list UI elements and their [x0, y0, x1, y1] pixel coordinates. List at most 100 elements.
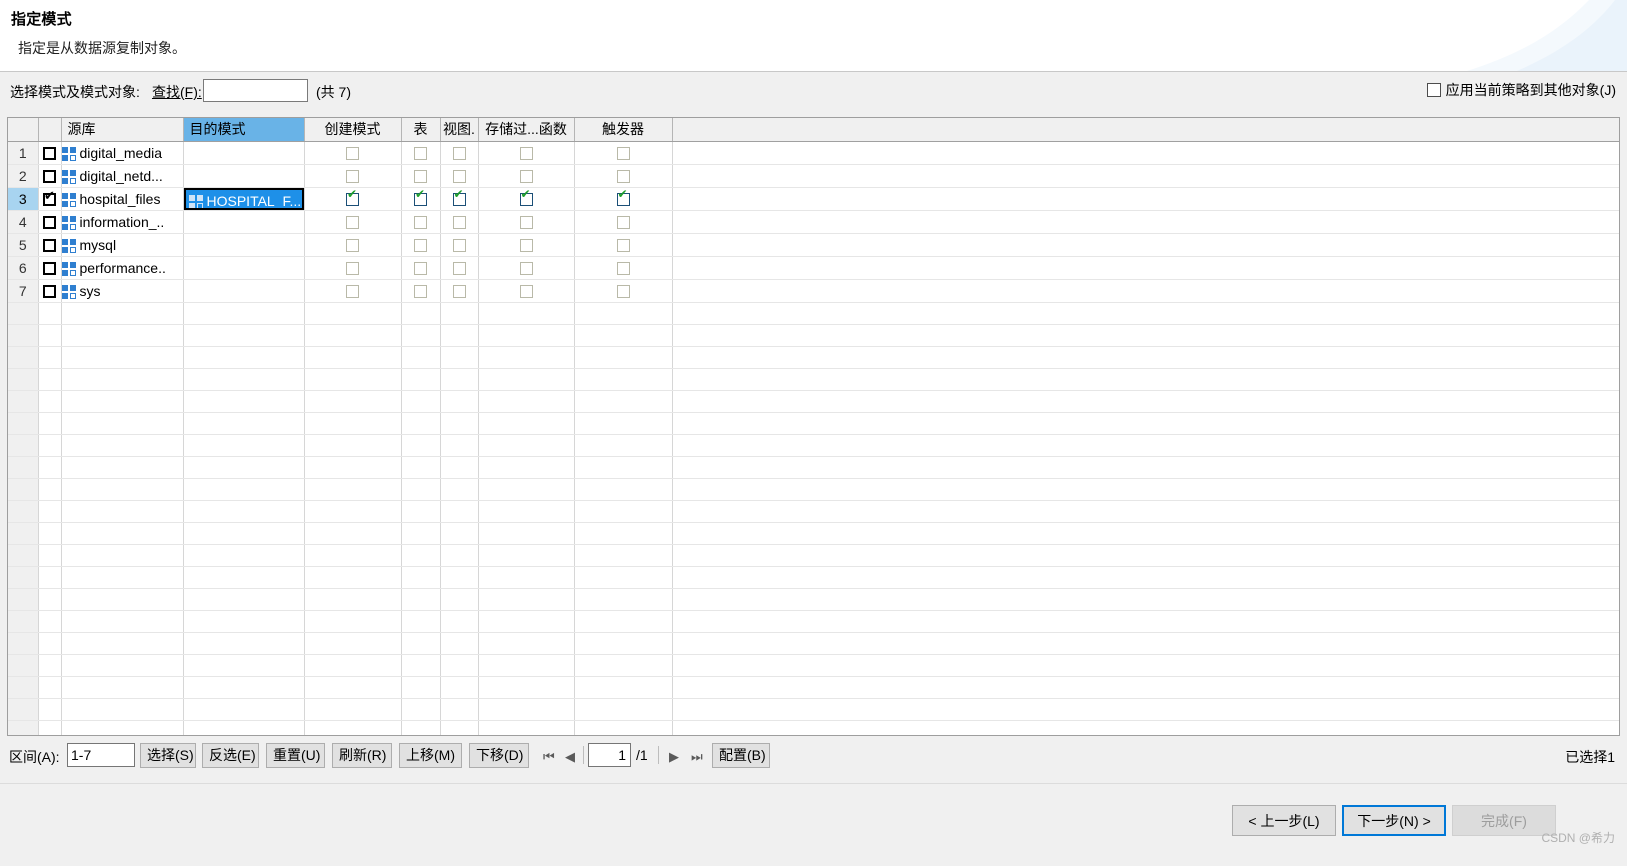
view-cell[interactable]: [440, 141, 479, 165]
create-schema-cell[interactable]: [304, 164, 402, 188]
empty-row[interactable]: [8, 522, 1619, 545]
source-schema-cell[interactable]: [61, 324, 184, 347]
procedure-function-cell[interactable]: [478, 346, 575, 369]
row-select-cell[interactable]: [38, 233, 62, 257]
trigger-cell[interactable]: [574, 676, 673, 699]
source-schema-cell[interactable]: [61, 302, 184, 325]
create-schema-cell[interactable]: [304, 456, 402, 479]
create-schema-cell[interactable]: [304, 346, 402, 369]
procedure-function-checkbox[interactable]: [519, 285, 533, 298]
table-row[interactable]: 5 mysql: [8, 233, 1619, 257]
table-row[interactable]: 4 information_..: [8, 210, 1619, 234]
col-header-trigger[interactable]: 触发器: [574, 118, 673, 142]
target-schema-cell[interactable]: [183, 324, 305, 347]
empty-row[interactable]: [8, 302, 1619, 325]
empty-row[interactable]: [8, 698, 1619, 721]
procedure-function-checkbox[interactable]: [519, 216, 533, 229]
create-schema-checkbox[interactable]: [346, 188, 359, 206]
create-schema-cell[interactable]: [304, 544, 402, 567]
create-schema-checkbox[interactable]: [346, 262, 359, 275]
empty-row[interactable]: [8, 390, 1619, 413]
view-cell[interactable]: [440, 632, 479, 655]
procedure-function-cell[interactable]: [478, 187, 575, 211]
row-select-cell[interactable]: [38, 632, 62, 655]
refresh-button[interactable]: 刷新(R): [332, 743, 392, 768]
empty-row[interactable]: [8, 456, 1619, 479]
target-schema-cell[interactable]: [183, 210, 305, 234]
col-header-table[interactable]: 表: [401, 118, 441, 142]
procedure-function-cell[interactable]: [478, 500, 575, 523]
empty-row[interactable]: [8, 500, 1619, 523]
table-cell[interactable]: [401, 210, 441, 234]
procedure-function-checkbox[interactable]: [519, 239, 533, 252]
table-cell[interactable]: [401, 390, 441, 413]
source-schema-cell[interactable]: [61, 676, 184, 699]
row-number[interactable]: [8, 654, 39, 677]
schema-grid[interactable]: 源库 目的模式 创建模式 表 视图. 存储过...函数 触发器 1 digital…: [7, 117, 1620, 736]
row-select-cell[interactable]: [38, 610, 62, 633]
view-cell[interactable]: [440, 720, 479, 735]
table-cell[interactable]: [401, 478, 441, 501]
table-row[interactable]: 3 hospital_files HOSPITAL_F...: [8, 187, 1619, 211]
source-schema-cell[interactable]: performance..: [61, 256, 184, 280]
row-select-cell[interactable]: [38, 456, 62, 479]
trigger-cell[interactable]: [574, 588, 673, 611]
create-schema-cell[interactable]: [304, 676, 402, 699]
view-cell[interactable]: [440, 478, 479, 501]
row-number[interactable]: [8, 720, 39, 735]
create-schema-cell[interactable]: [304, 588, 402, 611]
trigger-cell[interactable]: [574, 500, 673, 523]
create-schema-cell[interactable]: [304, 522, 402, 545]
target-schema-cell[interactable]: [183, 720, 305, 735]
procedure-function-cell[interactable]: [478, 610, 575, 633]
table-checkbox[interactable]: [414, 262, 427, 275]
view-cell[interactable]: [440, 698, 479, 721]
procedure-function-cell[interactable]: [478, 164, 575, 188]
row-number[interactable]: [8, 346, 39, 369]
procedure-function-checkbox[interactable]: [519, 147, 533, 160]
empty-row[interactable]: [8, 566, 1619, 589]
create-schema-cell[interactable]: [304, 324, 402, 347]
row-number[interactable]: [8, 632, 39, 655]
trigger-cell[interactable]: [574, 302, 673, 325]
row-select-cell[interactable]: [38, 566, 62, 589]
target-schema-cell[interactable]: [183, 566, 305, 589]
create-schema-cell[interactable]: [304, 500, 402, 523]
trigger-cell[interactable]: [574, 720, 673, 735]
trigger-cell[interactable]: [574, 544, 673, 567]
trigger-cell[interactable]: [574, 279, 673, 303]
view-checkbox[interactable]: [452, 188, 466, 206]
row-select-cell[interactable]: [38, 164, 62, 188]
view-cell[interactable]: [440, 210, 479, 234]
trigger-cell[interactable]: [574, 610, 673, 633]
trigger-cell[interactable]: [574, 478, 673, 501]
view-cell[interactable]: [440, 456, 479, 479]
view-cell[interactable]: [440, 324, 479, 347]
view-cell[interactable]: [440, 566, 479, 589]
trigger-cell[interactable]: [574, 566, 673, 589]
view-cell[interactable]: [440, 302, 479, 325]
procedure-function-cell[interactable]: [478, 324, 575, 347]
row-select-cell[interactable]: [38, 141, 62, 165]
row-number[interactable]: 5: [8, 233, 39, 257]
target-schema-cell[interactable]: [183, 632, 305, 655]
source-schema-cell[interactable]: [61, 500, 184, 523]
trigger-cell[interactable]: [574, 654, 673, 677]
row-number[interactable]: 7: [8, 279, 39, 303]
source-schema-cell[interactable]: [61, 654, 184, 677]
row-select-cell[interactable]: [38, 720, 62, 735]
create-schema-cell[interactable]: [304, 478, 402, 501]
table-row[interactable]: 6 performance..: [8, 256, 1619, 280]
target-schema-cell[interactable]: [183, 302, 305, 325]
row-number[interactable]: [8, 324, 39, 347]
procedure-function-cell[interactable]: [478, 141, 575, 165]
table-cell[interactable]: [401, 164, 441, 188]
create-schema-cell[interactable]: [304, 720, 402, 735]
source-schema-cell[interactable]: [61, 698, 184, 721]
source-schema-cell[interactable]: [61, 522, 184, 545]
create-schema-cell[interactable]: [304, 187, 402, 211]
row-number[interactable]: 2: [8, 164, 39, 188]
procedure-function-cell[interactable]: [478, 368, 575, 391]
previous-step-button[interactable]: < 上一步(L): [1232, 805, 1336, 836]
trigger-cell[interactable]: [574, 256, 673, 280]
